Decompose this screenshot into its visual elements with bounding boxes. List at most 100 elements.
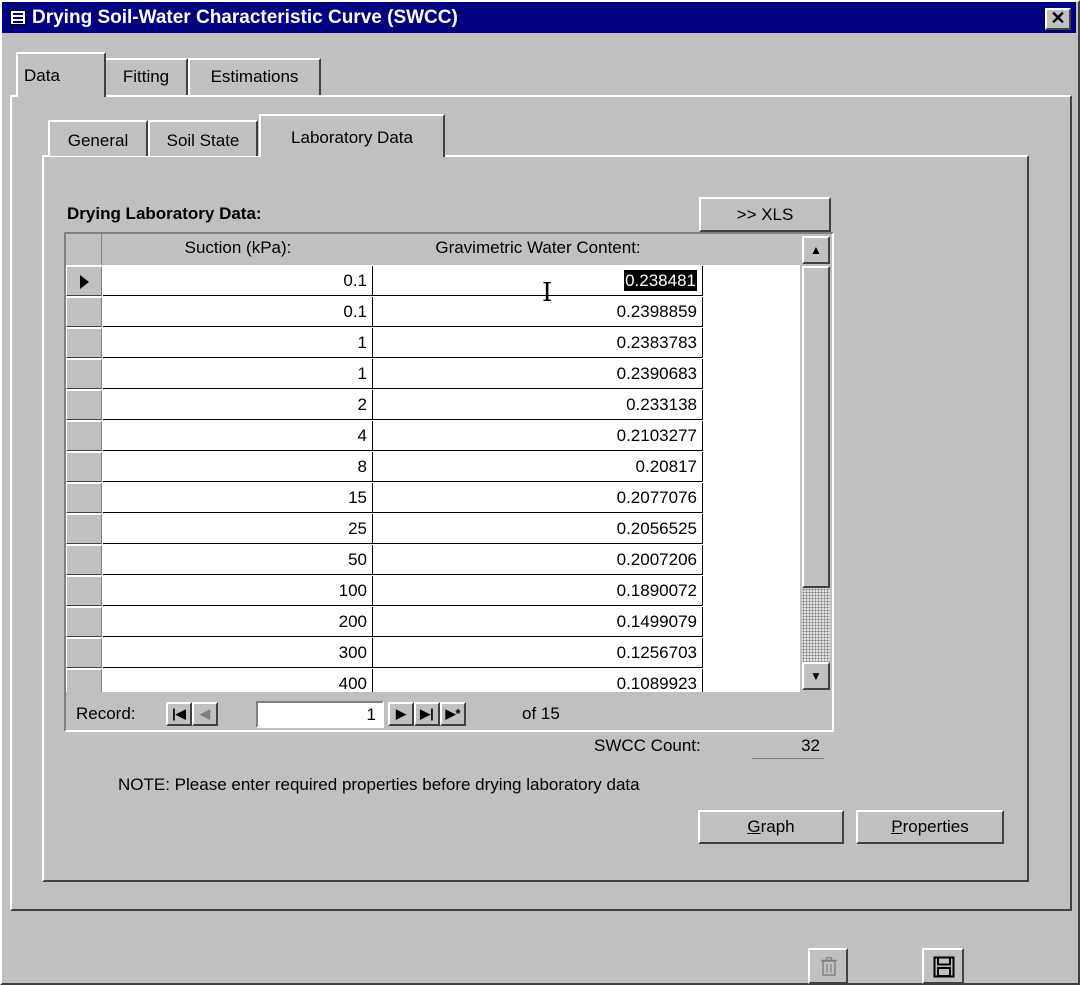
record-selector[interactable]	[66, 514, 102, 544]
column-header-water-content[interactable]: Gravimetric Water Content:	[373, 234, 703, 265]
delete-record-button[interactable]	[808, 948, 848, 984]
water-content-cell[interactable]: 0.2007206	[373, 545, 703, 575]
tab-estimations[interactable]: Estimations	[188, 58, 321, 95]
suction-cell[interactable]: 400	[103, 669, 373, 692]
tab-data[interactable]: Data	[16, 52, 106, 97]
suction-cell[interactable]: 0.1	[103, 266, 373, 296]
suction-cell[interactable]: 300	[103, 638, 373, 668]
current-record-icon	[80, 275, 89, 289]
water-content-cell[interactable]: 0.2077076	[373, 483, 703, 513]
water-content-cell[interactable]: 0.2103277	[373, 421, 703, 451]
water-content-cell[interactable]: 0.238481	[373, 266, 703, 296]
record-selector[interactable]	[66, 638, 102, 668]
scroll-down-icon[interactable]: ▼	[802, 662, 830, 690]
new-record-icon[interactable]: ▶*	[440, 702, 466, 726]
table-row[interactable]: 400 0.1089923	[66, 669, 800, 692]
water-content-cell[interactable]: 0.2390683	[373, 359, 703, 389]
properties-button[interactable]: Properties	[856, 810, 1004, 844]
record-selector[interactable]	[66, 359, 102, 389]
table-row[interactable]: 8 0.20817	[66, 452, 800, 483]
title-bar[interactable]: Drying Soil-Water Characteristic Curve (…	[2, 2, 1076, 33]
record-selector[interactable]	[66, 390, 102, 420]
column-header-suction[interactable]: Suction (kPa):	[103, 234, 373, 265]
vertical-scrollbar[interactable]: ▲ ▼	[800, 234, 832, 692]
record-selector[interactable]	[66, 297, 102, 327]
table-row[interactable]: 1 0.2390683	[66, 359, 800, 390]
water-content-cell[interactable]: 0.233138	[373, 390, 703, 420]
table-row[interactable]: 50 0.2007206	[66, 545, 800, 576]
next-record-icon[interactable]: ▶	[388, 702, 414, 726]
record-selector[interactable]	[66, 266, 102, 296]
last-record-icon[interactable]: ▶|	[414, 702, 440, 726]
table-row[interactable]: 0.1 0.2398859	[66, 297, 800, 328]
water-content-cell[interactable]: 0.2056525	[373, 514, 703, 544]
suction-cell[interactable]: 50	[103, 545, 373, 575]
lab-data-heading: Drying Laboratory Data:	[67, 204, 262, 223]
water-content-cell[interactable]: 0.20817	[373, 452, 703, 482]
water-content-cell[interactable]: 0.1499079	[373, 607, 703, 637]
water-content-cell[interactable]: 0.1890072	[373, 576, 703, 606]
suction-cell[interactable]: 15	[103, 483, 373, 513]
table-row[interactable]: 25 0.2056525	[66, 514, 800, 545]
record-selector[interactable]	[66, 669, 102, 692]
record-selector[interactable]	[66, 421, 102, 451]
text-cursor-icon: I	[542, 278, 553, 308]
record-selector[interactable]	[66, 328, 102, 358]
record-number-input[interactable]: 1	[256, 701, 384, 728]
record-total: of 15	[522, 704, 560, 723]
scroll-up-icon[interactable]: ▲	[802, 236, 830, 264]
water-content-cell[interactable]: 0.1256703	[373, 638, 703, 668]
table-row[interactable]: 2 0.233138	[66, 390, 800, 421]
properties-button-label: Properties	[891, 817, 969, 836]
scroll-track[interactable]	[802, 588, 830, 662]
suction-cell[interactable]: 1	[103, 359, 373, 389]
table-row[interactable]: 15 0.2077076	[66, 483, 800, 514]
suction-cell[interactable]: 8	[103, 452, 373, 482]
swcc-count-value: 32	[752, 735, 824, 759]
scroll-thumb[interactable]	[802, 266, 830, 588]
suction-cell[interactable]: 25	[103, 514, 373, 544]
tab-laboratory-data[interactable]: Laboratory Data	[259, 114, 445, 157]
table-row[interactable]: 0.1 0.238481	[66, 266, 800, 297]
export-xls-button[interactable]: >> XLS	[699, 197, 831, 232]
suction-cell[interactable]: 0.1	[103, 297, 373, 327]
nav-buttons-left: |◀ ◀	[166, 702, 248, 726]
tab-general[interactable]: General	[48, 120, 148, 156]
tab-soil-state[interactable]: Soil State	[148, 120, 258, 156]
previous-record-icon[interactable]: ◀	[192, 702, 218, 726]
suction-cell[interactable]: 1	[103, 328, 373, 358]
record-selector[interactable]	[66, 452, 102, 482]
record-label: Record:	[76, 704, 136, 723]
record-selector[interactable]	[66, 607, 102, 637]
data-rows: 0.1 0.238481 0.1 0.2398859 1 0.2383783 1 0.2390…	[66, 266, 800, 692]
tab-fitting[interactable]: Fitting	[104, 58, 188, 95]
note-text: NOTE: Please enter required properties b…	[118, 775, 640, 794]
suction-cell[interactable]: 2	[103, 390, 373, 420]
water-content-cell[interactable]: 0.2398859	[373, 297, 703, 327]
save-record-button[interactable]	[922, 948, 964, 984]
trash-icon	[821, 957, 837, 976]
form-icon	[10, 10, 26, 25]
swcc-count-label: SWCC Count:	[594, 736, 701, 755]
window-title: Drying Soil-Water Characteristic Curve (…	[32, 7, 458, 28]
table-row[interactable]: 200 0.1499079	[66, 607, 800, 638]
record-selector[interactable]	[66, 576, 102, 606]
water-content-cell[interactable]: 0.2383783	[373, 328, 703, 358]
table-row[interactable]: 100 0.1890072	[66, 576, 800, 607]
close-button[interactable]: ✕	[1045, 8, 1071, 30]
suction-cell[interactable]: 4	[103, 421, 373, 451]
water-content-cell[interactable]: 0.1089923	[373, 669, 703, 692]
table-row[interactable]: 4 0.2103277	[66, 421, 800, 452]
selected-value: 0.238481	[624, 270, 697, 291]
table-row[interactable]: 1 0.2383783	[66, 328, 800, 359]
save-icon	[933, 956, 955, 978]
column-header-row: Suction (kPa): Gravimetric Water Content…	[66, 234, 800, 265]
datasheet-body: Suction (kPa): Gravimetric Water Content…	[66, 234, 800, 692]
record-selector[interactable]	[66, 483, 102, 513]
first-record-icon[interactable]: |◀	[166, 702, 192, 726]
graph-button[interactable]: Graph	[698, 810, 844, 844]
suction-cell[interactable]: 100	[103, 576, 373, 606]
record-selector[interactable]	[66, 545, 102, 575]
suction-cell[interactable]: 200	[103, 607, 373, 637]
table-row[interactable]: 300 0.1256703	[66, 638, 800, 669]
